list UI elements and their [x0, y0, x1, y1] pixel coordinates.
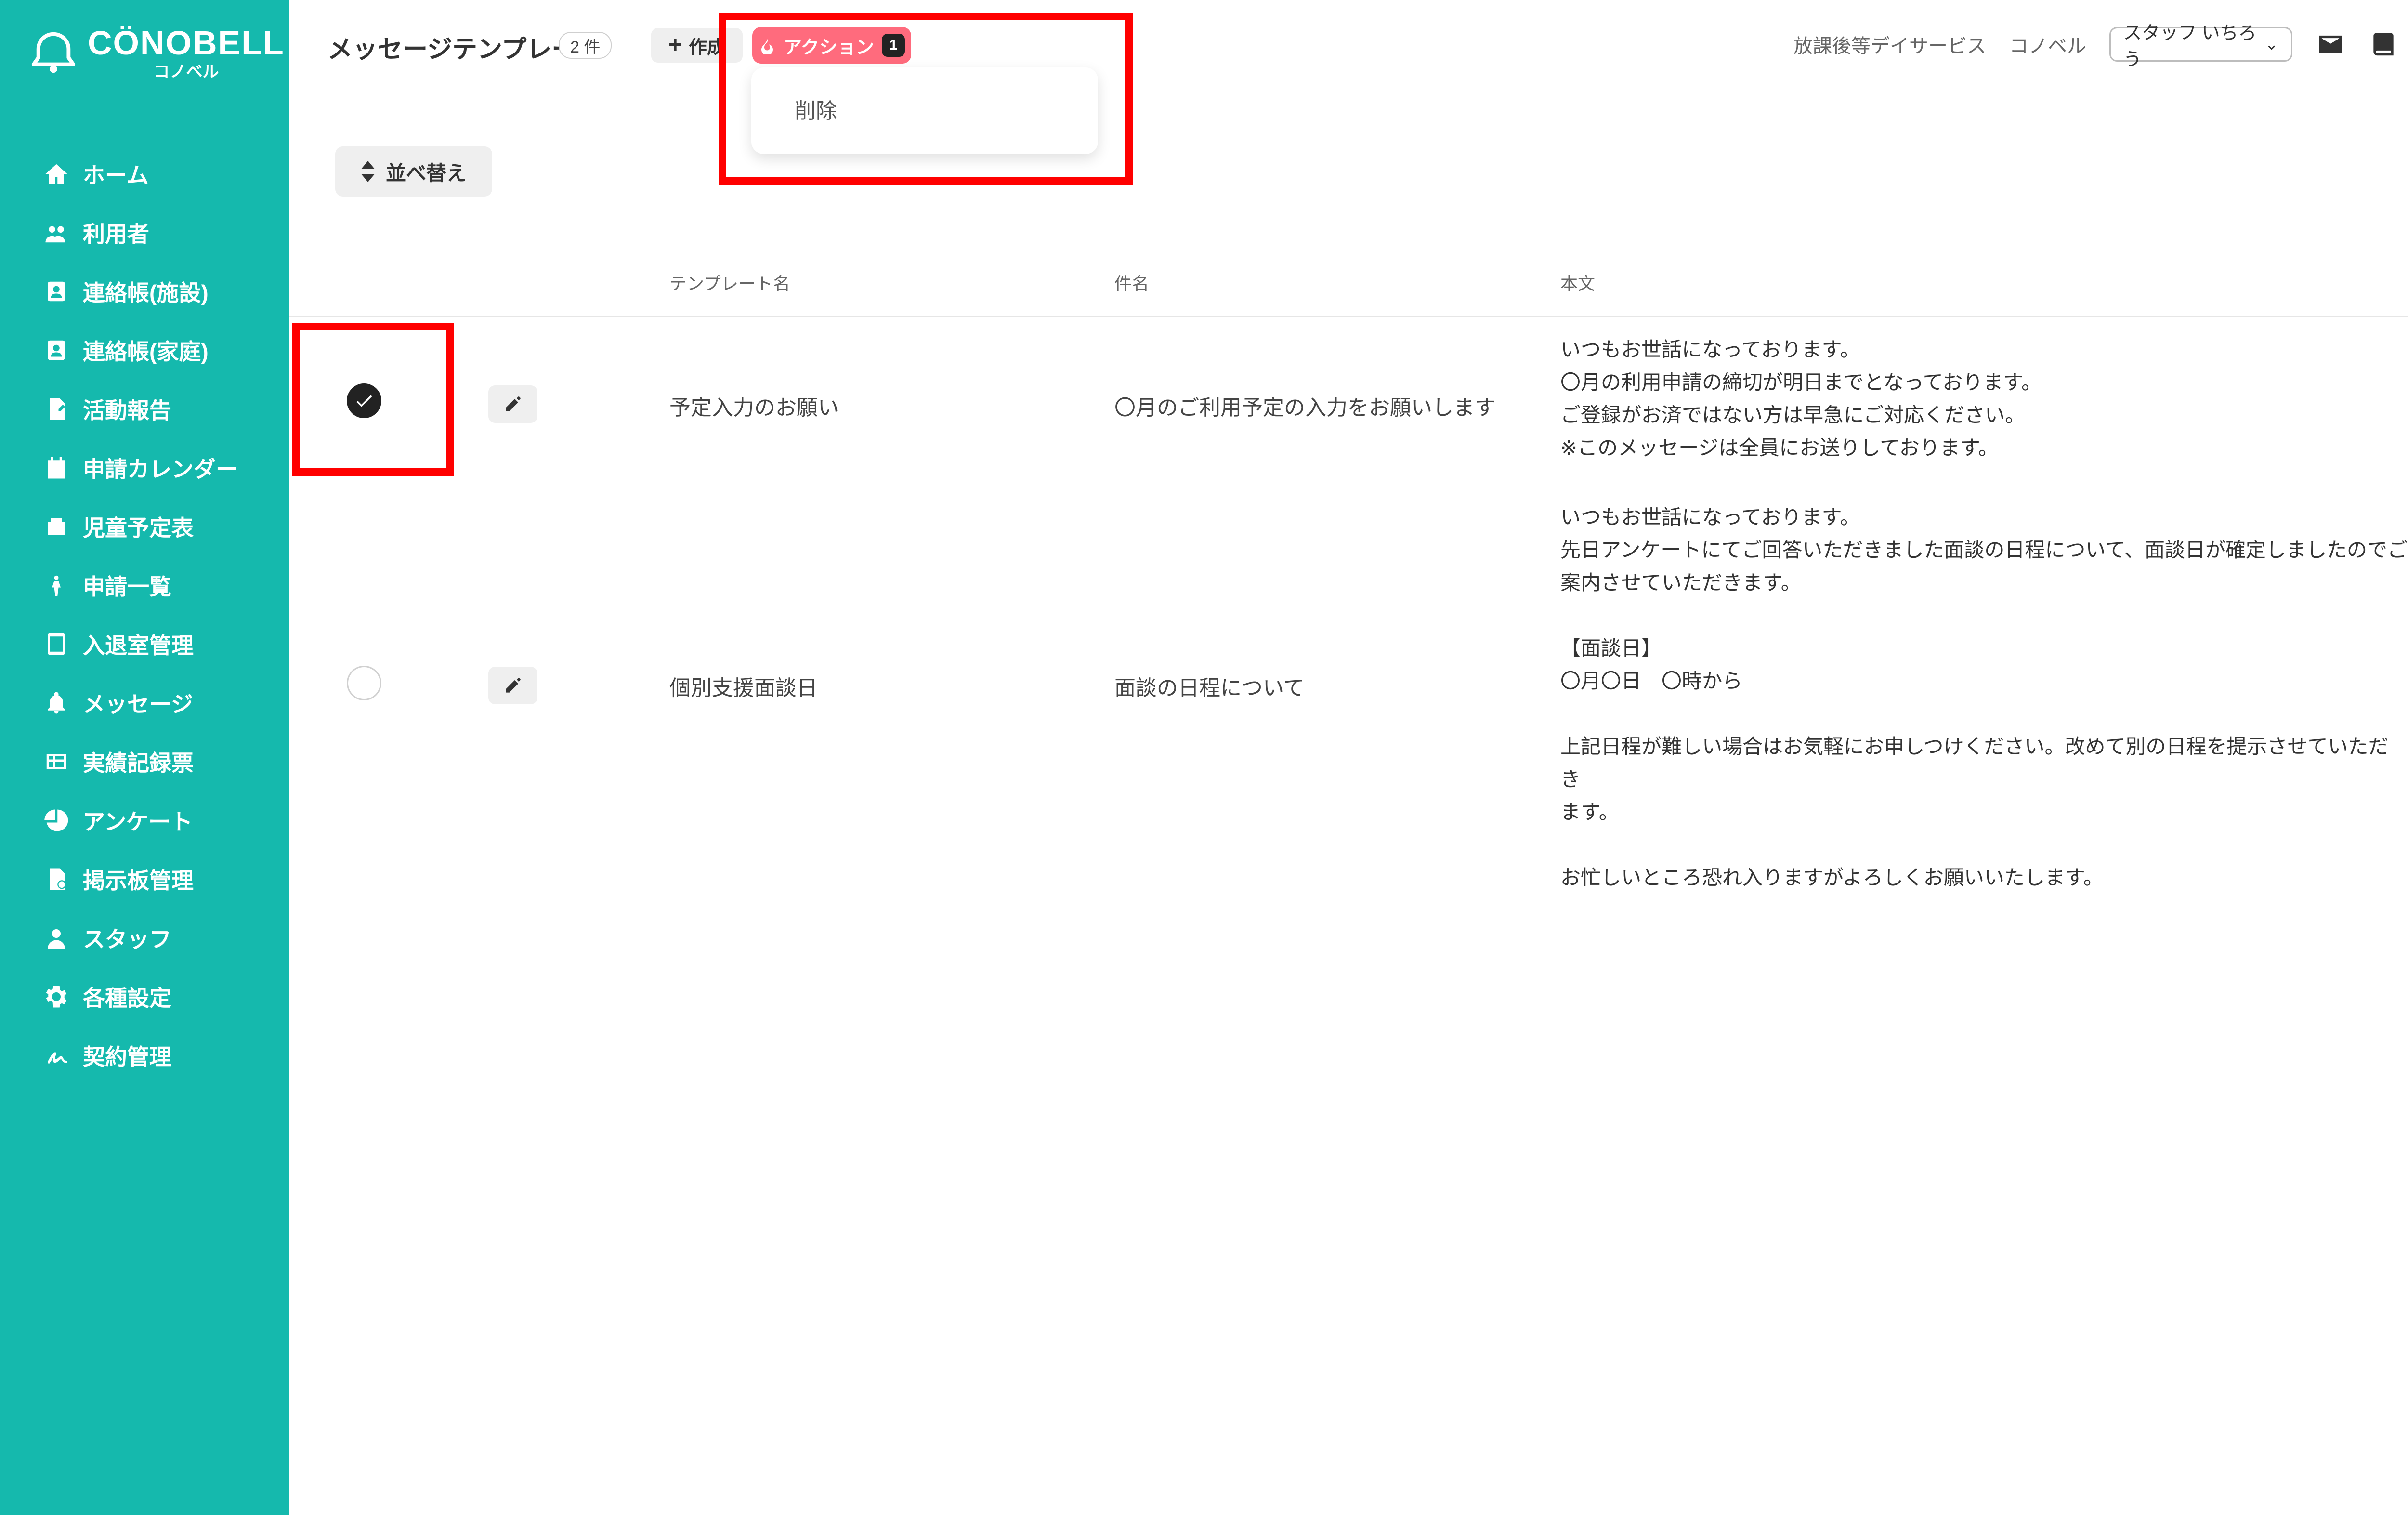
brand-text: CÖNOBELL コノベル — [88, 26, 285, 80]
sidebar-item-contact-facility[interactable]: 連絡帳(施設) — [43, 262, 238, 321]
brand-sub: コノベル — [153, 63, 219, 81]
calendar-icon — [43, 455, 69, 481]
sidebar: CÖNOBELL コノベル ホーム 利用者 連絡帳(施設) 連絡帳(家庭) 活動… — [0, 0, 289, 1515]
sidebar-item-application-list[interactable]: 申請一覧 — [43, 556, 238, 615]
sidebar-item-label: 各種設定 — [83, 986, 171, 1011]
sidebar-item-label: 掲示板管理 — [83, 868, 194, 893]
sidebar-item-label: 実績記録票 — [83, 751, 194, 776]
sidebar-item-application-calendar[interactable]: 申請カレンダー — [43, 438, 238, 497]
sort-icon — [361, 161, 375, 182]
row-checkbox[interactable] — [347, 666, 381, 700]
users-icon — [43, 220, 69, 246]
app-root: CÖNOBELL コノベル ホーム 利用者 連絡帳(施設) 連絡帳(家庭) 活動… — [0, 0, 2408, 1515]
sort-label: 並べ替え — [385, 161, 467, 184]
sidebar-item-settings[interactable]: 各種設定 — [43, 967, 238, 1026]
template-subject: 〇月のご利用予定の入力をお願いします — [1114, 396, 1496, 420]
sidebar-item-label: メッセージ — [83, 692, 194, 717]
brand-main: CÖNOBELL — [88, 24, 285, 62]
staff-select-value: スタッフ いちろう — [2123, 23, 2257, 70]
col-template-name: テンプレート名 — [669, 274, 790, 293]
table-icon — [43, 749, 69, 775]
col-subject: 件名 — [1114, 274, 1150, 293]
edit-button[interactable] — [488, 385, 537, 423]
sidebar-item-contract[interactable]: 契約管理 — [43, 1026, 238, 1085]
sidebar-item-label: 児童予定表 — [83, 515, 194, 540]
sidebar-item-entry-exit[interactable]: 入退室管理 — [43, 615, 238, 673]
bell-icon — [43, 690, 69, 716]
home-icon — [43, 161, 69, 187]
sidebar-item-home[interactable]: ホーム — [43, 145, 238, 203]
table-row: 個別支援面談日 面談の日程について いつもお世話になっております。 先日アンケー… — [289, 488, 2408, 961]
top-right-tools: 放課後等デイサービス コノベル スタッフ いちろう ⌄ — [1793, 23, 2408, 70]
bell-logo-icon — [30, 29, 77, 77]
template-name: 個別支援面談日 — [669, 676, 818, 700]
tablet-icon — [43, 631, 69, 657]
sidebar-item-label: アンケート — [83, 809, 193, 834]
file-edit-icon — [43, 396, 69, 422]
highlight-box-checkbox — [292, 323, 454, 476]
sidebar-item-label: 申請カレンダー — [83, 457, 238, 482]
gear-icon — [43, 984, 69, 1010]
template-subject: 面談の日程について — [1114, 676, 1305, 700]
sort-button[interactable]: 並べ替え — [335, 146, 492, 197]
sidebar-item-child-schedule[interactable]: 児童予定表 — [43, 497, 238, 556]
template-body: いつもお世話になっております。 〇月の利用申請の締切が明日までとなっております。… — [1560, 338, 2042, 459]
edit-icon — [506, 678, 521, 693]
sidebar-item-label: 活動報告 — [83, 398, 171, 423]
brand[interactable]: CÖNOBELL コノベル — [30, 26, 285, 80]
sidebar-item-staff[interactable]: スタッフ — [43, 909, 238, 967]
staff-select[interactable]: スタッフ いちろう ⌄ — [2109, 23, 2292, 70]
schedule-icon — [43, 514, 69, 540]
contact-card-icon — [43, 278, 69, 304]
organization-name: 放課後等デイサービス — [1793, 36, 1986, 57]
sidebar-item-users[interactable]: 利用者 — [43, 203, 238, 262]
sidebar-item-label: 連絡帳(施設) — [83, 280, 209, 305]
sidebar-item-survey[interactable]: アンケート — [43, 791, 238, 850]
mail-icon[interactable] — [2316, 29, 2345, 59]
sidebar-item-label: 連絡帳(家庭) — [83, 339, 209, 364]
sidebar-item-activity-report[interactable]: 活動報告 — [43, 380, 238, 438]
sidebar-item-label: 申請一覧 — [83, 574, 171, 599]
file-image-icon — [43, 866, 69, 892]
user-icon — [43, 925, 69, 951]
sidebar-item-label: 入退室管理 — [83, 633, 194, 658]
chevron-down-icon: ⌄ — [2264, 35, 2279, 53]
table-row: 予定入力のお願い 〇月のご利用予定の入力をお願いします いつもお世話になっており… — [289, 317, 2408, 487]
sidebar-nav: ホーム 利用者 連絡帳(施設) 連絡帳(家庭) 活動報告 申請カレンダー 児童予… — [43, 145, 238, 1085]
top-bar: メッセージテンプレート 2 件 + 作成 アクション 1 削除 放課後等デイサー… — [289, 0, 2408, 185]
sidebar-item-contact-home[interactable]: 連絡帳(家庭) — [43, 321, 238, 380]
sidebar-item-label: 契約管理 — [83, 1044, 171, 1069]
count-badge: 2 件 — [559, 32, 612, 59]
sidebar-item-label: ホーム — [83, 163, 149, 188]
book-icon[interactable] — [2369, 29, 2398, 59]
sidebar-item-label: 利用者 — [83, 222, 149, 247]
main-content: メッセージテンプレート 2 件 + 作成 アクション 1 削除 放課後等デイサー… — [289, 0, 2408, 1515]
template-name: 予定入力のお願い — [669, 396, 839, 420]
sidebar-item-performance-record[interactable]: 実績記録票 — [43, 732, 238, 791]
organization-sub: コノベル — [2009, 36, 2086, 57]
child-icon — [43, 572, 69, 598]
signature-icon — [43, 1042, 69, 1068]
highlight-box-action — [719, 13, 1133, 185]
col-body: 本文 — [1560, 274, 1596, 293]
pie-chart-icon — [43, 807, 69, 833]
edit-button[interactable] — [488, 667, 537, 704]
sidebar-item-bulletin-board[interactable]: 掲示板管理 — [43, 850, 238, 909]
template-body: いつもお世話になっております。 先日アンケートにてご回答いただきました面談の日程… — [1560, 506, 2408, 889]
sidebar-item-label: スタッフ — [83, 927, 171, 952]
edit-icon — [506, 396, 521, 411]
contact-card-icon — [43, 337, 69, 363]
sidebar-item-messages[interactable]: メッセージ — [43, 673, 238, 732]
plus-icon: + — [668, 32, 682, 58]
